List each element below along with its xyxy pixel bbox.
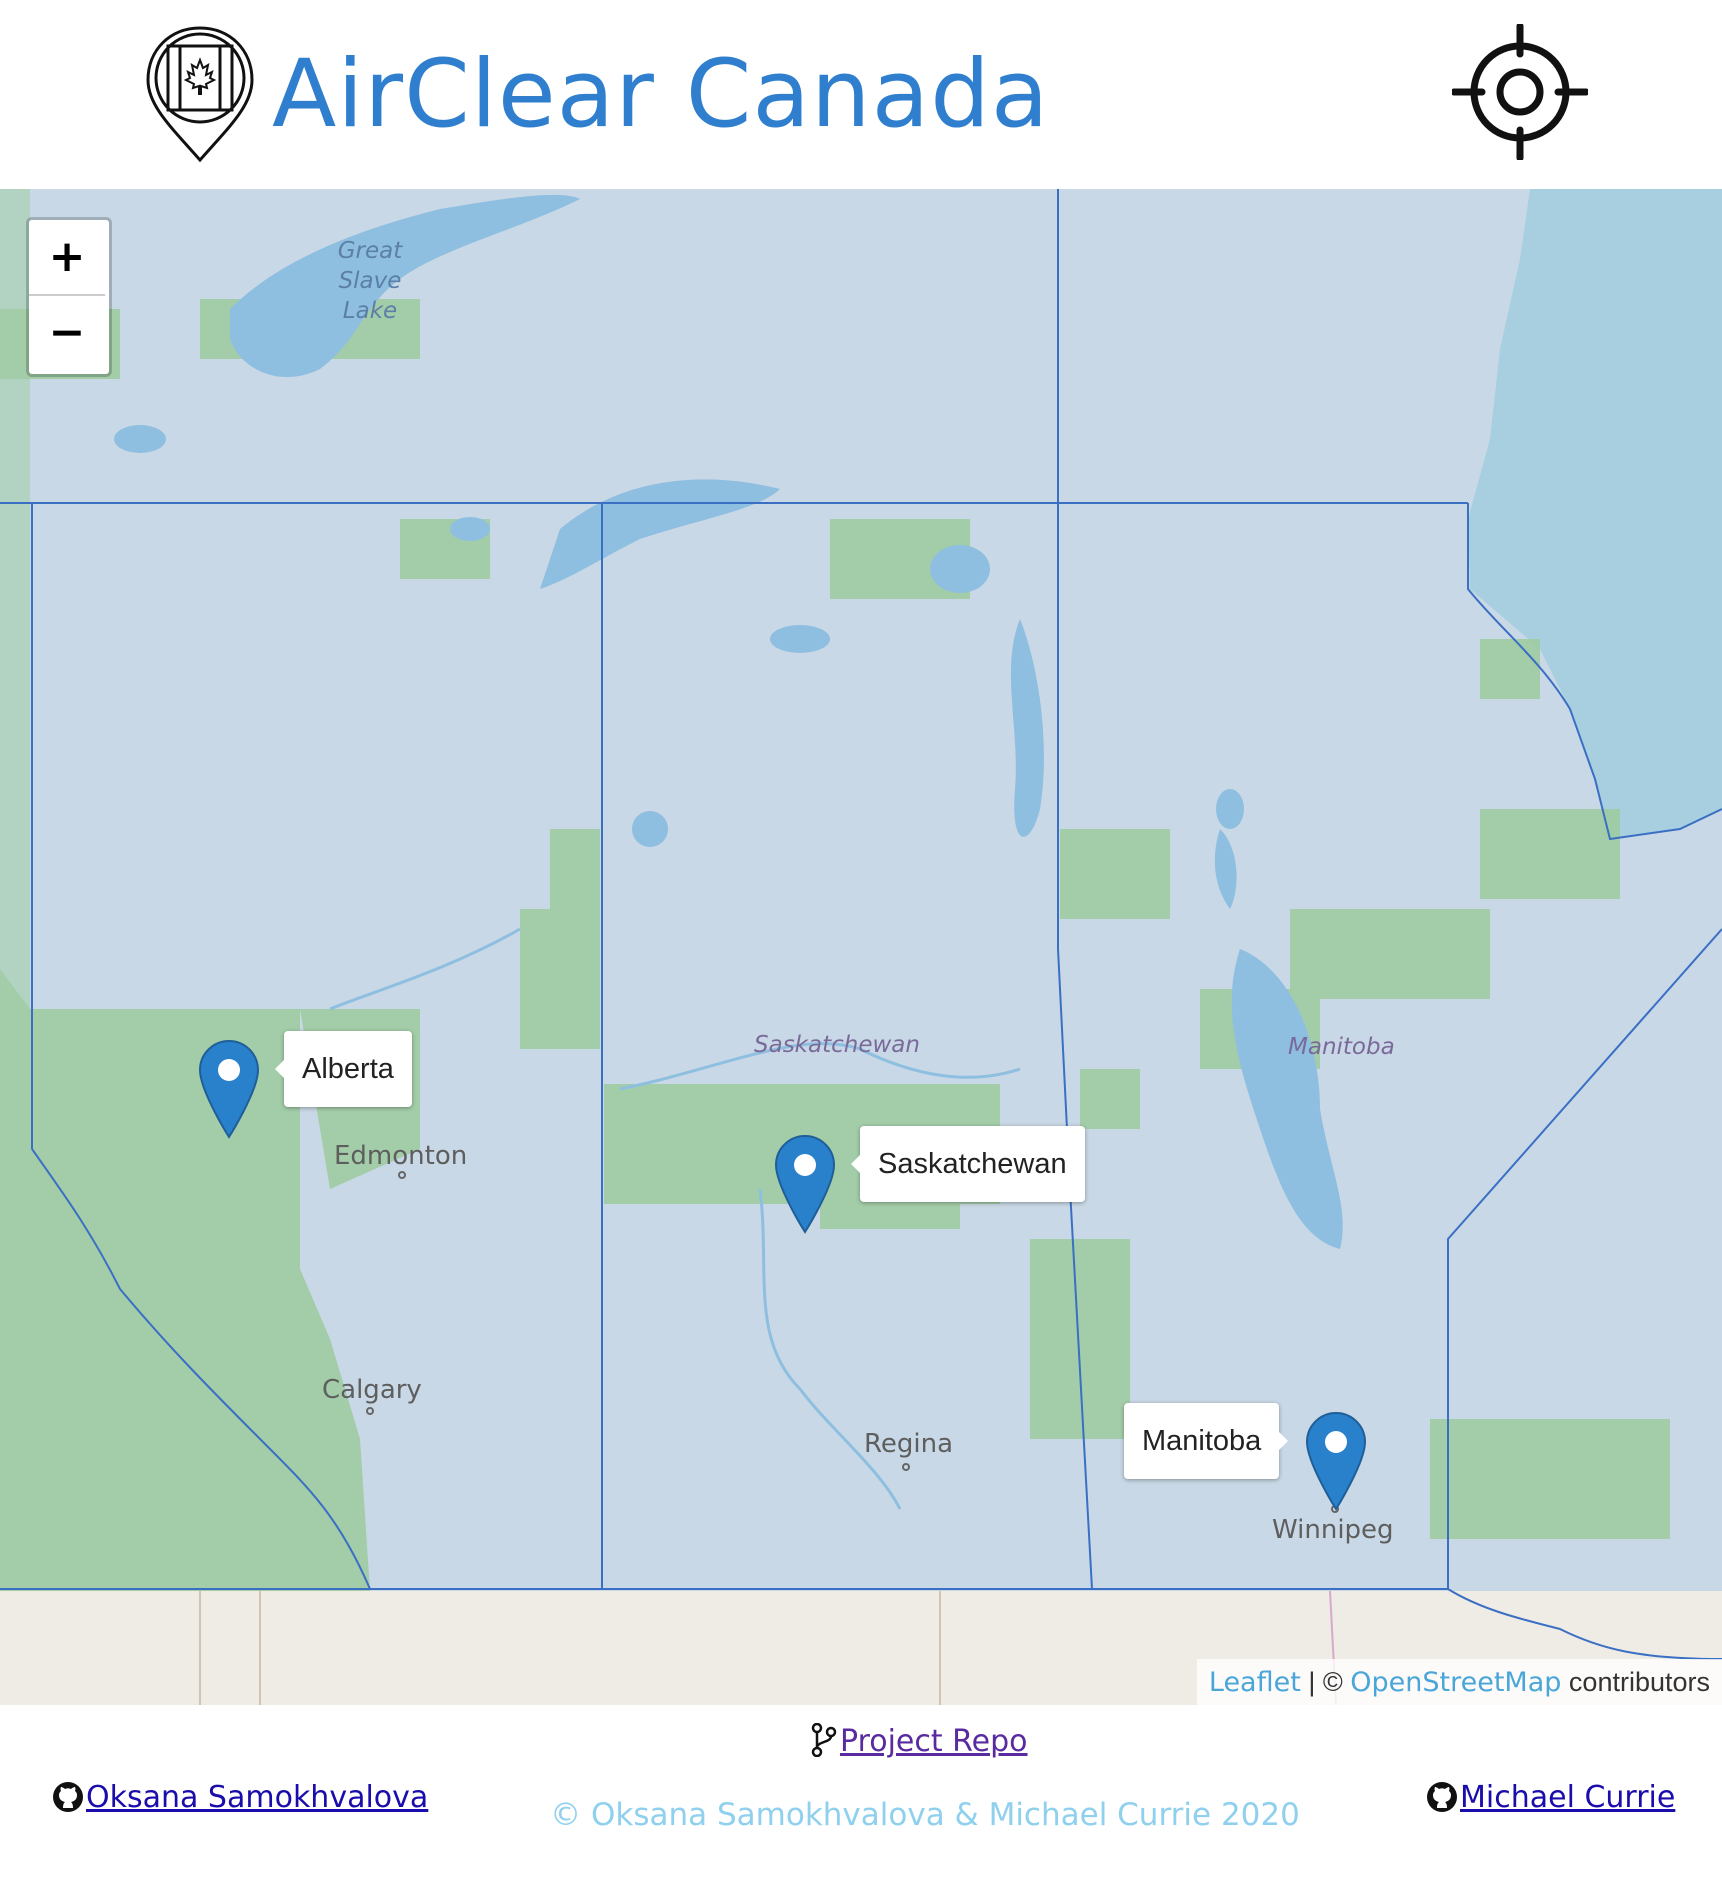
city-label-edmonton: Edmonton bbox=[334, 1141, 468, 1171]
map-marker-icon[interactable] bbox=[198, 1039, 260, 1139]
province-label-saskatchewan: Saskatchewan bbox=[754, 1032, 920, 1058]
crosshair-target-icon[interactable] bbox=[1452, 24, 1588, 160]
zoom-in-button[interactable]: + bbox=[29, 220, 105, 296]
map-tiles bbox=[0, 189, 1722, 1705]
header: AirClear Canada bbox=[0, 0, 1722, 189]
app-title: AirClear Canada bbox=[272, 40, 1050, 149]
project-repo-label: Project Repo bbox=[840, 1724, 1028, 1759]
map[interactable]: Great Slave Lake Saskatchewan Manitoba E… bbox=[0, 189, 1722, 1705]
project-repo-link[interactable]: Project Repo bbox=[810, 1722, 1028, 1759]
attribution-separator: | © bbox=[1308, 1667, 1343, 1697]
city-label-regina: Regina bbox=[864, 1429, 954, 1459]
openstreetmap-link[interactable]: OpenStreetMap bbox=[1350, 1667, 1561, 1698]
marker-tooltip-saskatchewan: Saskatchewan bbox=[851, 1126, 1085, 1202]
tooltip-arrow bbox=[266, 1060, 284, 1078]
leaflet-link[interactable]: Leaflet bbox=[1209, 1667, 1301, 1698]
github-icon bbox=[1427, 1782, 1457, 1812]
map-marker-icon[interactable] bbox=[1305, 1411, 1367, 1511]
footer: Project Repo Oksana Samokhvalova © Oksan… bbox=[0, 1705, 1722, 1895]
lake-label-great-slave: Great Slave Lake bbox=[337, 238, 403, 324]
marker-tooltip-alberta: Alberta bbox=[275, 1031, 412, 1107]
province-label-manitoba: Manitoba bbox=[1288, 1034, 1395, 1060]
author-name: Michael Currie bbox=[1460, 1780, 1676, 1815]
marker-label: Alberta bbox=[302, 1053, 394, 1085]
city-label-calgary: Calgary bbox=[322, 1375, 422, 1405]
zoom-out-button[interactable]: − bbox=[29, 296, 105, 370]
canada-flag-map-pin-icon bbox=[146, 26, 254, 163]
author-link-michael[interactable]: Michael Currie bbox=[1426, 1780, 1675, 1815]
tooltip-arrow bbox=[1279, 1432, 1297, 1450]
marker-label: Manitoba bbox=[1142, 1425, 1262, 1457]
map-marker-icon[interactable] bbox=[774, 1134, 836, 1234]
marker-tooltip-manitoba: Manitoba bbox=[1124, 1403, 1289, 1479]
git-branch-icon bbox=[811, 1722, 837, 1758]
attribution-suffix: contributors bbox=[1568, 1667, 1710, 1697]
zoom-control: + − bbox=[26, 217, 112, 377]
city-label-winnipeg: Winnipeg bbox=[1272, 1515, 1394, 1545]
tooltip-arrow bbox=[842, 1155, 860, 1173]
map-attribution: Leaflet | © OpenStreetMap contributors bbox=[1196, 1659, 1722, 1705]
marker-label: Saskatchewan bbox=[878, 1148, 1067, 1180]
